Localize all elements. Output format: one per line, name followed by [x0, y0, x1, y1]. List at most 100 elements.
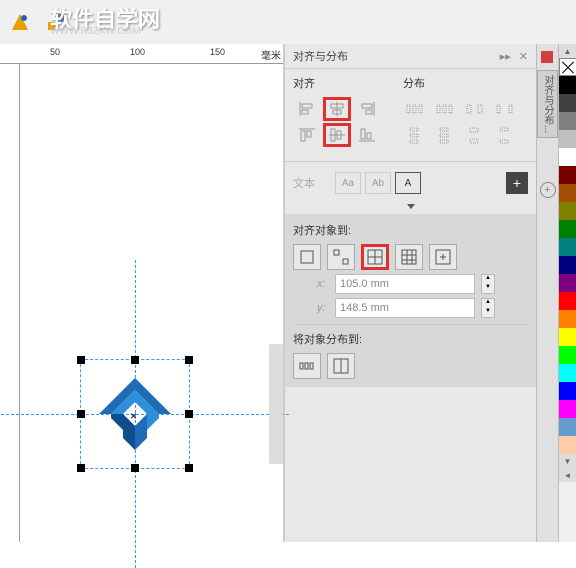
color-swatch[interactable] [559, 364, 576, 382]
handle-bottom-right[interactable] [185, 464, 193, 472]
zoom-add-icon[interactable]: + [540, 182, 556, 198]
color-swatch[interactable] [559, 256, 576, 274]
palette-up-icon[interactable]: ▲ [559, 44, 576, 58]
distribute-to-selection-button[interactable] [293, 353, 321, 379]
align-label: 对齐 [293, 75, 315, 91]
color-swatch[interactable] [559, 112, 576, 130]
text-label: 文本 [293, 175, 315, 191]
align-to-active-objects-button[interactable] [293, 244, 321, 270]
color-swatch[interactable] [559, 400, 576, 418]
distribute-center-h-button[interactable] [431, 97, 459, 121]
watermark-url: WWW.RJZXW.COM [50, 26, 141, 37]
align-center-horizontal-button[interactable] [323, 97, 351, 121]
ruler-unit: 毫米 [261, 47, 281, 62]
color-swatch[interactable] [559, 166, 576, 184]
align-bottom-button[interactable] [353, 123, 381, 147]
color-swatch[interactable] [559, 202, 576, 220]
color-swatch[interactable] [559, 76, 576, 94]
color-swatch[interactable] [559, 328, 576, 346]
distribute-to-page-button[interactable] [327, 353, 355, 379]
handle-middle-left[interactable] [77, 410, 85, 418]
main-area: 50 100 150 毫米 × [0, 44, 576, 542]
y-coordinate-row: y: ▲▼ [293, 298, 528, 318]
x-spinner[interactable]: ▲▼ [481, 274, 495, 294]
align-to-label: 对齐对象到: [293, 222, 528, 238]
ruler-mark: 150 [210, 47, 225, 57]
panel-title: 对齐与分布 [293, 48, 348, 64]
color-palette: ▲ ▼ ◄ [558, 44, 576, 542]
collapse-icon[interactable] [407, 204, 415, 209]
handle-bottom-left[interactable] [77, 464, 85, 472]
transparency-tool-icon[interactable] [8, 10, 32, 34]
text-bounding-box-button[interactable]: A [395, 172, 421, 194]
distribute-spacing-v-button[interactable] [461, 123, 489, 147]
distribute-top-button[interactable] [401, 123, 429, 147]
x-label: x: [317, 278, 329, 290]
align-to-page-edge-button[interactable] [327, 244, 355, 270]
handle-middle-right[interactable] [185, 410, 193, 418]
distribute-label: 分布 [403, 75, 425, 91]
ruler-mark: 100 [130, 47, 145, 57]
canvas-area: 50 100 150 毫米 × [0, 44, 285, 542]
align-top-button[interactable] [293, 123, 321, 147]
side-align-icon[interactable] [540, 50, 556, 66]
y-spinner[interactable]: ▲▼ [481, 298, 495, 318]
handle-top-left[interactable] [77, 356, 85, 364]
distribute-left-button[interactable] [401, 97, 429, 121]
color-swatch[interactable] [559, 238, 576, 256]
top-toolbar: 软件自学网 WWW.RJZXW.COM [0, 0, 576, 44]
align-section: 对齐 分布 [285, 69, 536, 155]
color-swatch[interactable] [559, 346, 576, 364]
color-swatch[interactable] [559, 94, 576, 112]
handle-bottom-center[interactable] [131, 464, 139, 472]
canvas-content[interactable]: × [20, 64, 283, 542]
handle-top-center[interactable] [131, 356, 139, 364]
handle-top-right[interactable] [185, 356, 193, 364]
align-distribute-panel: 对齐与分布 ▸▸ ✕ 对齐 分布 [285, 44, 576, 542]
align-to-page-center-button[interactable] [361, 244, 389, 270]
align-right-button[interactable] [353, 97, 381, 121]
color-swatch[interactable] [559, 382, 576, 400]
ruler-mark: 50 [50, 47, 60, 57]
color-swatch[interactable] [559, 274, 576, 292]
x-coordinate-row: x: ▲▼ [293, 274, 528, 294]
selected-object[interactable] [95, 374, 175, 454]
ruler-horizontal: 50 100 150 毫米 [0, 44, 283, 64]
align-target-section: 对齐对象到: x: ▲▼ y: ▲▼ [285, 214, 536, 387]
align-to-point-button[interactable] [429, 244, 457, 270]
color-swatch[interactable] [559, 148, 576, 166]
palette-flyout-icon[interactable]: ◄ [559, 468, 576, 482]
color-swatch[interactable] [559, 184, 576, 202]
add-preset-button[interactable]: + [506, 172, 528, 194]
distribute-center-v-button[interactable] [431, 123, 459, 147]
panel-options-icon[interactable]: ▸▸ [500, 50, 511, 63]
canvas-scrollbar-vertical[interactable] [269, 344, 283, 464]
color-swatch[interactable] [559, 220, 576, 238]
distribute-right-button[interactable] [491, 97, 519, 121]
divider [285, 161, 536, 162]
color-swatch[interactable] [559, 310, 576, 328]
align-to-grid-button[interactable] [395, 244, 423, 270]
distribute-bottom-button[interactable] [491, 123, 519, 147]
y-coordinate-input[interactable] [335, 298, 475, 318]
color-swatch[interactable] [559, 130, 576, 148]
y-label: y: [317, 302, 329, 314]
side-tab-align[interactable]: 对齐与分布... [537, 70, 558, 138]
color-swatch[interactable] [559, 436, 576, 454]
align-center-vertical-button[interactable] [323, 123, 351, 147]
side-tabs: 对齐与分布... + [536, 44, 558, 542]
panel-header: 对齐与分布 ▸▸ ✕ [285, 44, 536, 69]
align-left-button[interactable] [293, 97, 321, 121]
distribute-spacing-h-button[interactable] [461, 97, 489, 121]
palette-down-icon[interactable]: ▼ [559, 454, 576, 468]
divider [293, 324, 528, 325]
distribute-to-label: 将对象分布到: [293, 331, 528, 347]
panel-close-icon[interactable]: ✕ [519, 50, 528, 63]
color-swatch[interactable] [559, 418, 576, 436]
x-coordinate-input[interactable] [335, 274, 475, 294]
text-baseline-first-button[interactable]: Aa [335, 172, 361, 194]
color-none[interactable] [559, 58, 576, 76]
text-align-section: 文本 Aa Ab A + [285, 168, 536, 198]
color-swatch[interactable] [559, 292, 576, 310]
text-baseline-last-button[interactable]: Ab [365, 172, 391, 194]
